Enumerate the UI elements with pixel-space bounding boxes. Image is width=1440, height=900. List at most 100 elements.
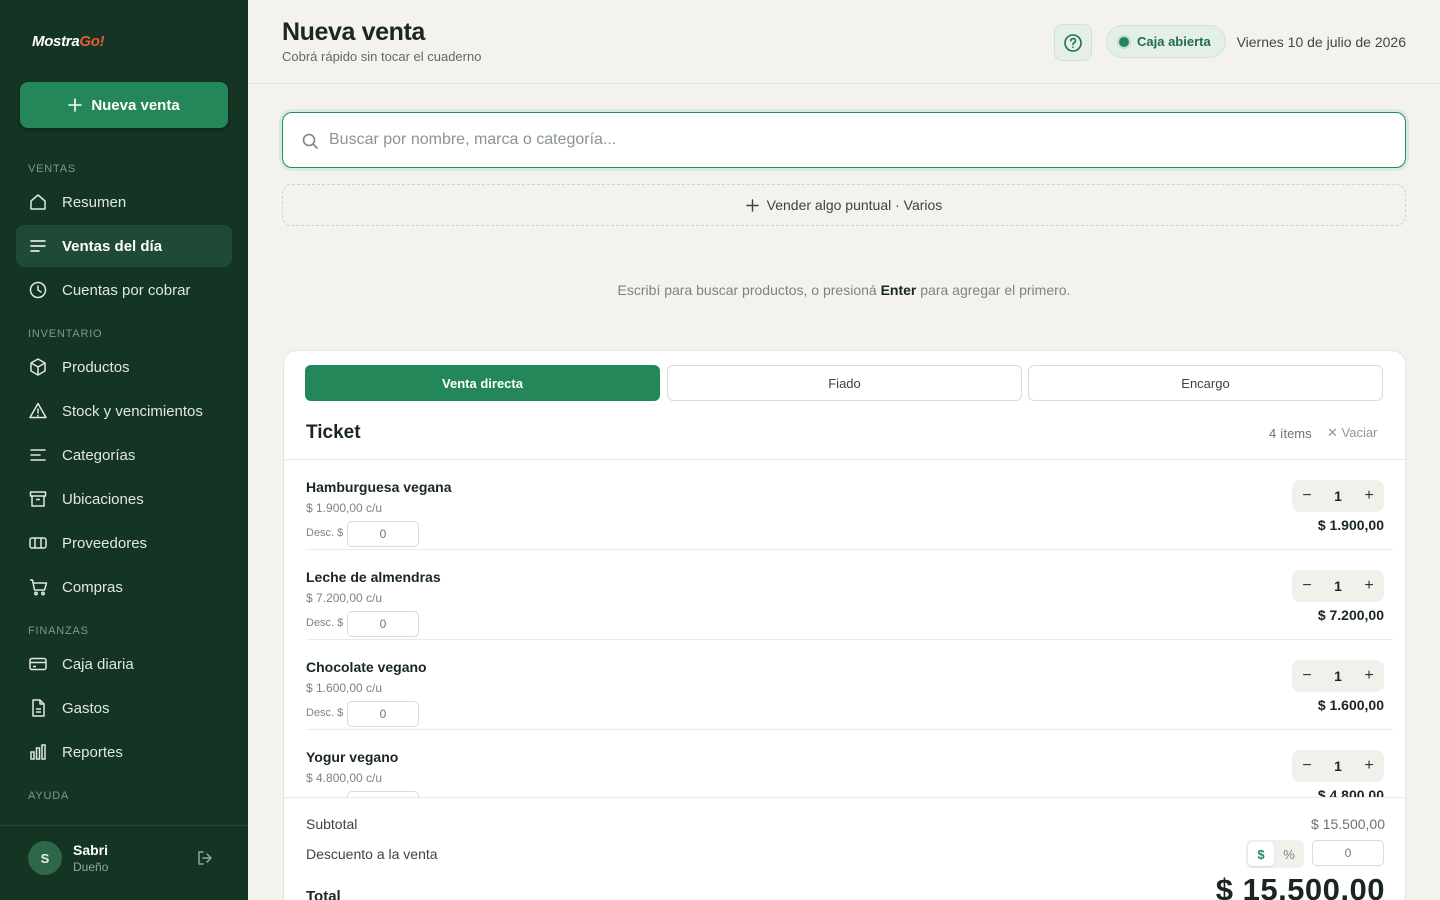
item-discount-label: Desc. $ — [306, 707, 344, 719]
quantity-stepper: − 1 + — [1292, 570, 1384, 602]
box-icon — [30, 358, 46, 376]
header-date: Viernes 10 de julio de 2026 — [1236, 34, 1406, 50]
app-logo[interactable]: MostraGo! — [32, 33, 105, 50]
page-header: Nueva venta Cobrá rápido sin tocar el cu… — [248, 0, 1440, 84]
increase-button[interactable]: + — [1354, 480, 1384, 512]
decrease-button[interactable]: − — [1292, 570, 1322, 602]
search-icon — [302, 133, 318, 149]
enter-key-hint: Enter — [880, 282, 917, 298]
ticket-summary: Subtotal $ 15.500,00 Descuento a la vent… — [284, 797, 1405, 900]
avatar[interactable]: S — [28, 841, 62, 875]
sidebar-item-label: Ventas del día — [62, 237, 163, 255]
sale-discount-label: Descuento a la venta — [306, 846, 438, 862]
total-value: $ 15.500,00 — [1215, 872, 1385, 900]
warning-icon — [29, 402, 47, 419]
sidebar-item-resumen[interactable]: Resumen — [16, 181, 232, 223]
page-title: Nueva venta — [282, 18, 425, 46]
decrease-button[interactable]: − — [1292, 750, 1322, 782]
quantity-stepper: − 1 + — [1292, 750, 1384, 782]
logout-icon[interactable] — [196, 849, 214, 867]
sidebar-item-stock[interactable]: Stock y vencimientos — [16, 390, 232, 432]
clock-icon — [29, 281, 47, 299]
ticket-title: Ticket — [306, 422, 361, 443]
decrease-button[interactable]: − — [1292, 660, 1322, 692]
subtotal-value: $ 15.500,00 — [1311, 816, 1385, 832]
user-role: Dueño — [73, 860, 109, 874]
item-unit-price: $ 1.600,00 c/u — [306, 681, 383, 695]
sidebar-item-ventas-del-dia[interactable]: Ventas del día — [16, 225, 232, 267]
plus-icon — [68, 98, 83, 112]
sidebar-item-label: Reportes — [62, 743, 123, 761]
sidebar-item-cuentas-por-cobrar[interactable]: Cuentas por cobrar — [16, 269, 232, 311]
item-discount-label: Desc. $ — [306, 527, 344, 539]
tab-venta-directa[interactable]: Venta directa — [305, 365, 660, 401]
ticket-items: Hamburguesa vegana $ 1.900,00 c/u Desc. … — [284, 460, 1405, 797]
help-icon — [1064, 33, 1082, 52]
decrease-button[interactable]: − — [1292, 480, 1322, 512]
sidebar-item-label: Ubicaciones — [62, 490, 144, 508]
item-total: $ 4.800,00 — [1317, 787, 1384, 797]
sidebar-item-reportes[interactable]: Reportes — [16, 731, 232, 773]
item-discount-input[interactable] — [347, 701, 419, 727]
item-unit-price: $ 7.200,00 c/u — [306, 591, 383, 605]
sidebar-item-compras[interactable]: Compras — [16, 566, 232, 608]
tab-encargo[interactable]: Encargo — [1028, 365, 1383, 401]
cash-status-badge: Caja abierta — [1106, 25, 1226, 58]
truck-icon — [29, 537, 47, 549]
document-icon — [32, 699, 45, 717]
item-name: Yogur vegano — [306, 749, 399, 765]
increase-button[interactable]: + — [1354, 660, 1384, 692]
quantity-stepper: − 1 + — [1292, 480, 1384, 512]
user-panel: S Sabri Dueño — [0, 825, 248, 900]
ticket-line: Hamburguesa vegana $ 1.900,00 c/u Desc. … — [306, 460, 1393, 550]
item-discount-label: Desc. $ — [306, 617, 344, 629]
section-finanzas: FINANZAS — [28, 625, 89, 637]
sidebar-item-label: Caja diaria — [62, 655, 134, 673]
ticket-item-count: 4 ítems — [1269, 426, 1312, 441]
sidebar-item-proveedores[interactable]: Proveedores — [16, 522, 232, 564]
sidebar-item-categorias[interactable]: Categorías — [16, 434, 232, 476]
bar-chart-icon — [30, 744, 46, 760]
discount-mode-toggle: $ % — [1246, 840, 1304, 868]
sidebar-item-ubicaciones[interactable]: Ubicaciones — [16, 478, 232, 520]
sidebar-item-caja-diaria[interactable]: Caja diaria — [16, 643, 232, 685]
ticket-line: Leche de almendras $ 7.200,00 c/u Desc. … — [306, 550, 1393, 640]
item-discount-input[interactable] — [347, 521, 419, 547]
item-total: $ 7.200,00 — [1317, 607, 1384, 623]
item-unit-price: $ 4.800,00 c/u — [306, 771, 383, 785]
quantity-stepper: − 1 + — [1292, 660, 1384, 692]
clear-ticket-button[interactable]: ✕ Vaciar — [1327, 425, 1377, 441]
item-discount-input[interactable] — [347, 611, 419, 637]
item-name: Leche de almendras — [306, 569, 441, 585]
section-inventario: INVENTARIO — [28, 328, 103, 340]
help-button[interactable] — [1054, 24, 1092, 61]
search-hint: Escribí para buscar productos, o presion… — [617, 282, 1071, 298]
sidebar-item-label: Gastos — [62, 699, 110, 717]
ticket-card: Venta directa Fiado Encargo Ticket 4 íte… — [283, 350, 1406, 900]
item-total: $ 1.900,00 — [1317, 517, 1384, 533]
sidebar-item-gastos[interactable]: Gastos — [16, 687, 232, 729]
list-icon — [30, 240, 46, 252]
card-icon — [29, 657, 47, 671]
item-name: Hamburguesa vegana — [306, 479, 452, 495]
increase-button[interactable]: + — [1354, 750, 1384, 782]
sidebar-item-label: Resumen — [62, 193, 127, 211]
quantity-value: 1 — [1334, 488, 1342, 504]
discount-mode-percent[interactable]: % — [1276, 842, 1302, 866]
product-search — [282, 112, 1406, 168]
section-ayuda: AYUDA — [28, 790, 70, 802]
discount-mode-amount[interactable]: $ — [1248, 842, 1274, 866]
search-input[interactable] — [329, 113, 1389, 167]
home-icon — [30, 194, 46, 210]
tab-fiado[interactable]: Fiado — [667, 365, 1022, 401]
increase-button[interactable]: + — [1354, 570, 1384, 602]
misc-sale-button[interactable]: Vender algo puntual · Varios — [282, 184, 1406, 226]
sale-discount-input[interactable] — [1312, 840, 1384, 866]
sidebar-item-label: Stock y vencimientos — [62, 402, 203, 420]
new-sale-label: Nueva venta — [91, 96, 180, 114]
user-name: Sabri — [73, 842, 109, 858]
new-sale-button[interactable]: Nueva venta — [20, 82, 228, 128]
sidebar-item-productos[interactable]: Productos — [16, 346, 232, 388]
status-dot-icon — [1119, 36, 1129, 47]
sidebar-item-label: Categorías — [62, 446, 136, 464]
